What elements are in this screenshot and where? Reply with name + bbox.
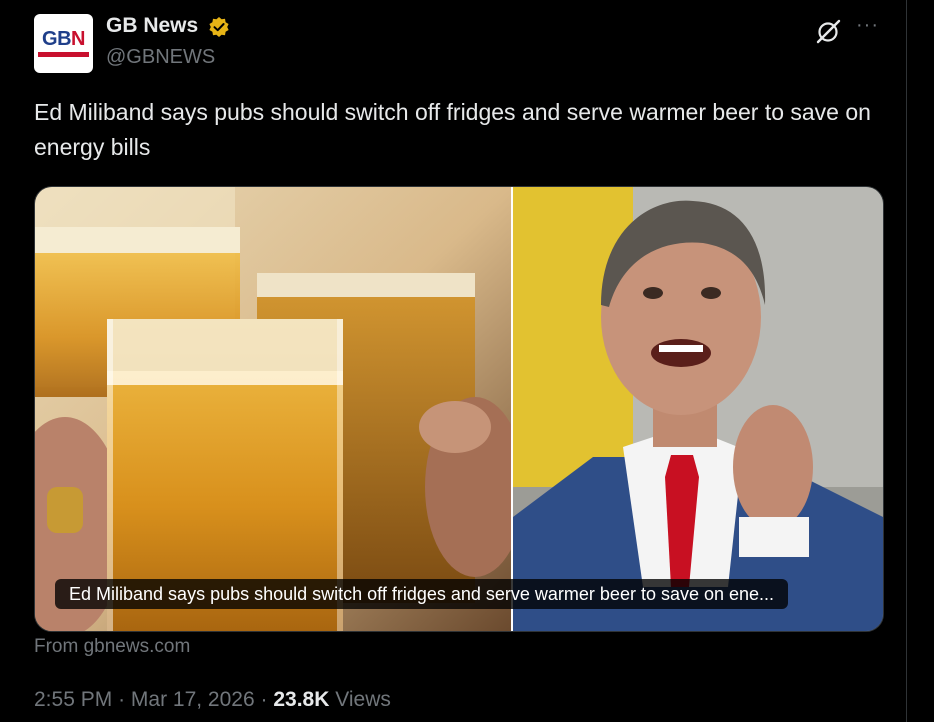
author-handle[interactable]: @GBNEWS	[106, 46, 215, 69]
ed-miliband-photo	[513, 187, 883, 631]
meta-separator: ·	[118, 688, 126, 711]
tweet-text: Ed Miliband says pubs should switch off …	[34, 99, 871, 160]
meta-separator: ·	[260, 688, 268, 711]
views-count: 23.8K	[273, 688, 330, 711]
column-border	[906, 0, 907, 722]
beer-glasses-image	[35, 187, 511, 631]
verified-badge-icon	[209, 17, 229, 37]
avatar-logo: GBN	[42, 28, 85, 50]
author-name[interactable]: GB News	[106, 14, 198, 38]
avatar[interactable]: GBN	[34, 14, 93, 73]
avatar-logo-strip	[38, 52, 89, 57]
more-icon[interactable]: ···	[856, 14, 879, 37]
tweet-time[interactable]: 2:55 PM	[34, 688, 112, 711]
link-card[interactable]: Ed Miliband says pubs should switch off …	[34, 186, 884, 632]
card-title[interactable]: Ed Miliband says pubs should switch off …	[55, 579, 789, 609]
card-source-link[interactable]: From gbnews.com	[34, 636, 190, 658]
tweet-date[interactable]: Mar 17, 2026	[131, 688, 255, 711]
views-label: Views	[335, 688, 391, 711]
tweet-meta: 2:55 PM · Mar 17, 2026 · 23.8K Views	[34, 688, 391, 712]
tweet[interactable]: GBN GB News @GBNEWS ··· Ed Miliband says…	[0, 0, 906, 722]
grok-icon[interactable]	[814, 18, 842, 46]
